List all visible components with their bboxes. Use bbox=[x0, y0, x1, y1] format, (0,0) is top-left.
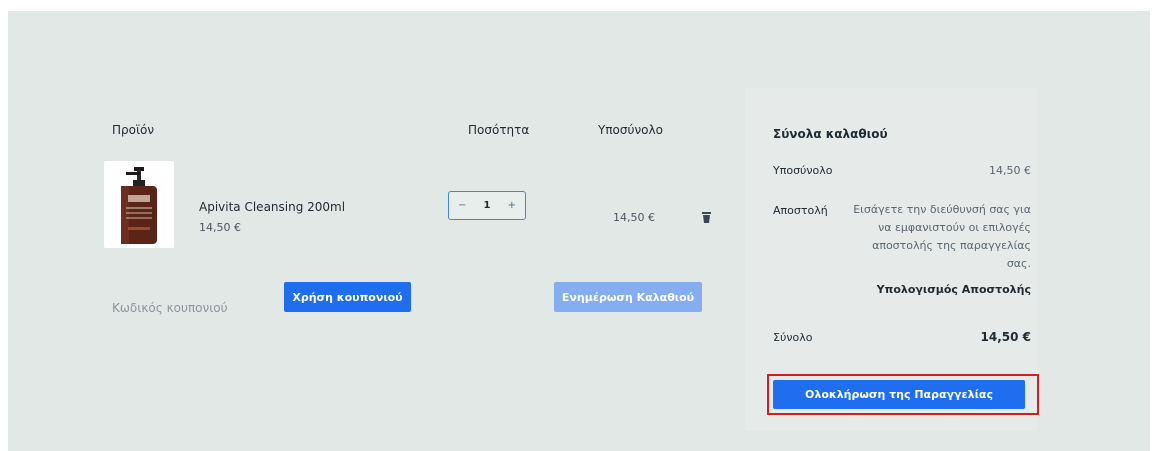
quantity-stepper[interactable]: − 1 + bbox=[448, 191, 526, 220]
total-label: Σύνολο bbox=[773, 331, 813, 344]
trash-icon[interactable] bbox=[702, 208, 711, 223]
shipping-info-text: Εισάγετε την διεύθυνσή σας για να εμφανι… bbox=[853, 203, 1031, 270]
total-value: 14,50 € bbox=[980, 330, 1031, 344]
product-price: 14,50 € bbox=[199, 221, 241, 234]
plus-icon[interactable]: + bbox=[508, 200, 516, 211]
product-name[interactable]: Apivita Cleansing 200ml bbox=[199, 200, 345, 214]
apply-coupon-button[interactable]: Χρήση κουπονιού bbox=[284, 282, 411, 312]
header-subtotal: Υποσύνολο bbox=[598, 123, 663, 137]
header-product: Προϊόν bbox=[112, 123, 155, 137]
header-quantity: Ποσότητα bbox=[468, 123, 530, 137]
quantity-value[interactable]: 1 bbox=[484, 200, 491, 211]
totals-subtotal-label: Υποσύνολο bbox=[773, 164, 833, 177]
shipping-label: Αποστολή bbox=[773, 204, 828, 217]
cart-totals-title: Σύνολα καλαθιού bbox=[773, 127, 888, 141]
checkout-button[interactable]: Ολοκλήρωση της Παραγγελίας bbox=[773, 380, 1025, 409]
coupon-input[interactable]: Κωδικός κουπονιού bbox=[112, 301, 228, 315]
update-cart-button[interactable]: Ενημέρωση Καλαθιού bbox=[554, 282, 702, 312]
totals-subtotal-value: 14,50 € bbox=[989, 164, 1031, 177]
product-image[interactable] bbox=[104, 161, 174, 248]
minus-icon[interactable]: − bbox=[458, 200, 466, 211]
calculate-shipping-link[interactable]: Υπολογισμός Αποστολής bbox=[877, 283, 1031, 296]
cleanser-bottle-image bbox=[121, 167, 157, 244]
row-subtotal: 14,50 € bbox=[613, 211, 655, 224]
